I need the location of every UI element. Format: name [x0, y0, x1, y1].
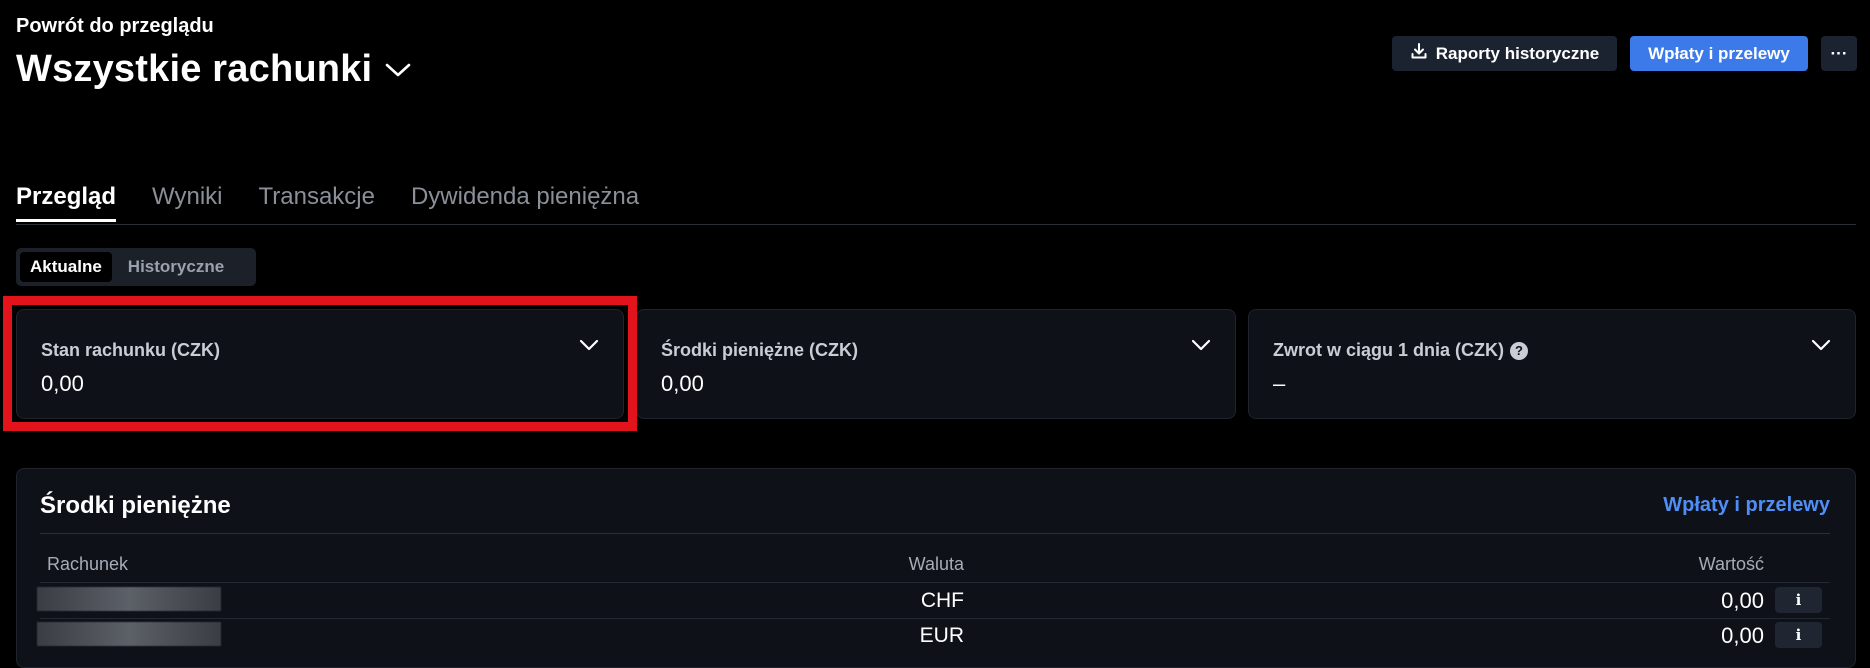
chevron-down-icon[interactable]: [1811, 338, 1831, 352]
daily-return-card[interactable]: Zwrot w ciągu 1 dnia (CZK) ? –: [1248, 309, 1856, 419]
panel-divider: [40, 533, 1830, 534]
historical-reports-label: Raporty historyczne: [1435, 43, 1600, 63]
daily-return-label-wrap: Zwrot w ciągu 1 dnia (CZK) ?: [1273, 340, 1529, 361]
chevron-down-icon[interactable]: [579, 338, 599, 352]
toggle-historical[interactable]: Historyczne: [118, 252, 234, 282]
column-header-account: Rachunek: [47, 554, 129, 574]
column-header-currency: Waluta: [908, 554, 964, 574]
toggle-current[interactable]: Aktualne: [20, 252, 112, 282]
tab-bar: Przegląd Wyniki Transakcje Dywidenda pie…: [16, 183, 639, 222]
chevron-down-icon[interactable]: [1191, 338, 1211, 352]
tab-divider: [16, 224, 1856, 225]
more-icon: ···: [1830, 43, 1848, 63]
tab-transactions[interactable]: Transakcje: [258, 183, 374, 222]
row-value: 0,00: [1721, 623, 1764, 648]
row-currency: CHF: [920, 589, 964, 612]
info-button[interactable]: i: [1775, 622, 1822, 648]
cash-panel-transfers-link[interactable]: Wpłaty i przelewy: [1663, 494, 1830, 517]
row-value: 0,00: [1721, 588, 1764, 613]
cash-panel-title: Środki pieniężne: [40, 492, 231, 519]
account-balance-value: 0,00: [41, 371, 84, 396]
page-title: Wszystkie rachunki: [16, 48, 373, 90]
account-balance-label: Stan rachunku (CZK): [41, 340, 221, 360]
cash-card[interactable]: Środki pieniężne (CZK) 0,00: [636, 309, 1236, 419]
daily-return-value: –: [1273, 371, 1286, 396]
column-header-value: Wartość: [1698, 554, 1764, 574]
account-selector[interactable]: Wszystkie rachunki: [16, 48, 412, 91]
redacted-account-name: [37, 622, 221, 646]
help-icon[interactable]: ?: [1510, 341, 1529, 360]
tab-results[interactable]: Wyniki: [152, 183, 222, 222]
daily-return-label: Zwrot w ciągu 1 dnia (CZK): [1273, 340, 1505, 360]
tab-cash-dividend[interactable]: Dywidenda pieniężna: [411, 183, 639, 222]
account-balance-card[interactable]: Stan rachunku (CZK) 0,00: [16, 309, 624, 419]
info-button[interactable]: i: [1775, 587, 1822, 613]
period-toggle: Aktualne Historyczne: [16, 248, 256, 286]
redacted-account-name: [37, 587, 221, 611]
download-icon: [1410, 42, 1428, 65]
cash-label: Środki pieniężne (CZK): [661, 340, 859, 360]
chevron-down-icon: [384, 61, 412, 79]
back-to-overview-link[interactable]: Powrót do przeglądu: [16, 15, 214, 38]
row-divider: [40, 618, 1830, 619]
tab-overview[interactable]: Przegląd: [16, 183, 117, 222]
deposits-transfers-button[interactable]: Wpłaty i przelewy: [1630, 36, 1808, 71]
row-currency: EUR: [919, 624, 964, 647]
more-options-button[interactable]: ···: [1821, 36, 1857, 71]
cash-value: 0,00: [661, 371, 704, 396]
historical-reports-button[interactable]: Raporty historyczne: [1392, 36, 1617, 71]
row-divider: [40, 582, 1830, 583]
